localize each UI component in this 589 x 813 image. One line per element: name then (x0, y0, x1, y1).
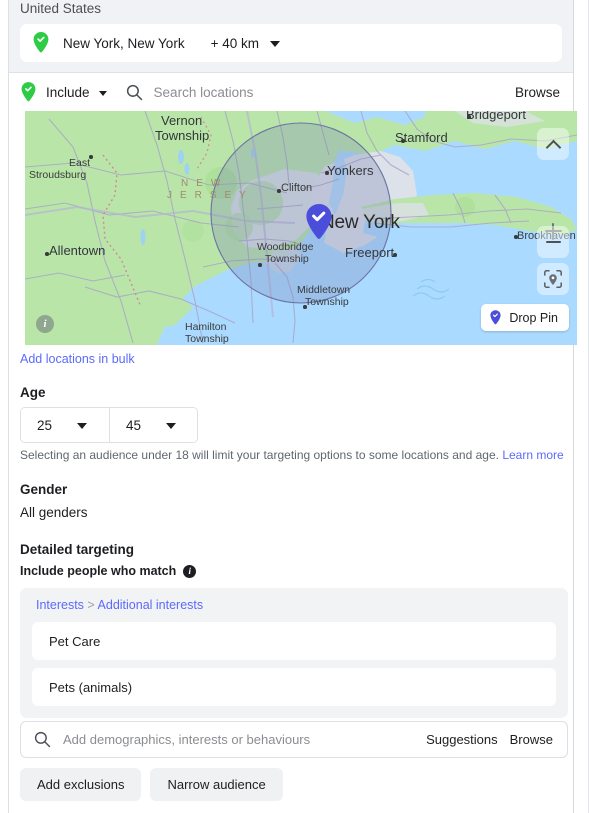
detailed-targeting-search[interactable]: Add demographics, interests or behaviour… (20, 721, 568, 758)
detailed-targeting-search-input[interactable]: Add demographics, interests or behaviour… (63, 732, 310, 747)
chevron-down-icon (77, 423, 88, 429)
map-city-dot (277, 189, 281, 193)
location-map[interactable]: Vernon Township East Stroudsburg N E W J… (25, 111, 577, 345)
breadcrumb-root[interactable]: Interests (36, 598, 84, 612)
drop-pin-label: Drop Pin (509, 310, 558, 325)
locate-button[interactable] (537, 263, 569, 295)
add-locations-in-bulk-link[interactable]: Add locations in bulk (20, 352, 135, 366)
green-location-pin-icon (33, 31, 49, 52)
map-city-dot (325, 171, 329, 175)
info-glyph: i (43, 318, 47, 330)
map-pin-check-icon[interactable] (306, 204, 332, 240)
location-radius: + 40 km (210, 35, 259, 51)
suggestions-link[interactable]: Suggestions (426, 732, 498, 747)
chevron-down-icon[interactable] (98, 90, 107, 96)
narrow-audience-button[interactable]: Narrow audience (150, 768, 283, 801)
include-people-who-match-label: Include people who match i (20, 564, 197, 578)
age-min-value: 25 (37, 417, 53, 433)
map-city-dot (401, 139, 405, 143)
collapse-map-button[interactable] (537, 128, 569, 160)
include-dropdown-label[interactable]: Include (46, 85, 90, 100)
age-max-select[interactable]: 45 (109, 408, 197, 442)
age-section-title: Age (20, 385, 46, 400)
browse-link[interactable]: Browse (510, 732, 553, 747)
zoom-out-button[interactable] (537, 226, 569, 258)
map-city-dot (258, 263, 262, 267)
location-name: New York, New York (63, 35, 185, 51)
green-location-pin-icon (21, 82, 36, 102)
age-min-select[interactable]: 25 (21, 408, 109, 442)
audience-targeting-panel: United States New York, New York + 40 km… (0, 0, 589, 813)
drop-pin-button[interactable]: Drop Pin (481, 304, 569, 331)
map-city-dot (514, 235, 518, 239)
map-city-dot (467, 115, 471, 119)
age-learn-more-link[interactable]: Learn more (502, 448, 563, 462)
minus-icon (545, 241, 561, 243)
settings-scroll-column: United States New York, New York + 40 km… (9, 0, 577, 813)
breadcrumb-separator: > (87, 598, 95, 612)
search-icon (126, 84, 142, 100)
selected-location-chip[interactable]: New York, New York + 40 km (20, 24, 562, 62)
info-icon[interactable]: i (183, 564, 197, 578)
gender-value[interactable]: All genders (20, 505, 88, 520)
chevron-down-icon[interactable] (269, 41, 280, 47)
age-max-value: 45 (126, 417, 142, 433)
targeting-item[interactable]: Pets (animals) (32, 668, 556, 706)
info-icon[interactable]: i (36, 315, 54, 333)
browse-locations-link[interactable]: Browse (515, 85, 560, 100)
locations-panel: United States New York, New York + 40 km (9, 0, 573, 72)
map-city-dot (89, 155, 93, 159)
include-match-text: Include people who match (20, 564, 177, 578)
map-city-dot (393, 253, 397, 257)
search-icon (34, 731, 51, 748)
gender-section-title: Gender (20, 482, 68, 497)
chevron-down-icon (166, 423, 177, 429)
target-pin-icon (544, 270, 562, 288)
detailed-targeting-box: Interests > Additional interests Pet Car… (20, 588, 568, 718)
map-city-dot (45, 252, 49, 256)
targeting-item[interactable]: Pet Care (32, 622, 556, 660)
map-city-dot (303, 305, 307, 309)
targeting-action-buttons: Add exclusions Narrow audience (20, 768, 283, 801)
age-restriction-note: Selecting an audience under 18 will limi… (20, 448, 568, 462)
location-search-row: Include Search locations Browse (9, 73, 573, 111)
info-glyph: i (188, 566, 192, 576)
detailed-targeting-title: Detailed targeting (20, 542, 135, 557)
purple-pin-icon (490, 310, 501, 325)
search-actions: Suggestions Browse (426, 732, 553, 747)
search-locations-input[interactable]: Search locations (154, 85, 254, 100)
chevron-up-icon (545, 139, 561, 155)
age-range-selector: 25 45 (20, 407, 198, 443)
country-label: United States (20, 1, 102, 16)
breadcrumb: Interests > Additional interests (36, 598, 203, 612)
age-note-text: Selecting an audience under 18 will limi… (20, 448, 499, 462)
breadcrumb-leaf[interactable]: Additional interests (98, 598, 204, 612)
add-exclusions-button[interactable]: Add exclusions (20, 768, 142, 801)
